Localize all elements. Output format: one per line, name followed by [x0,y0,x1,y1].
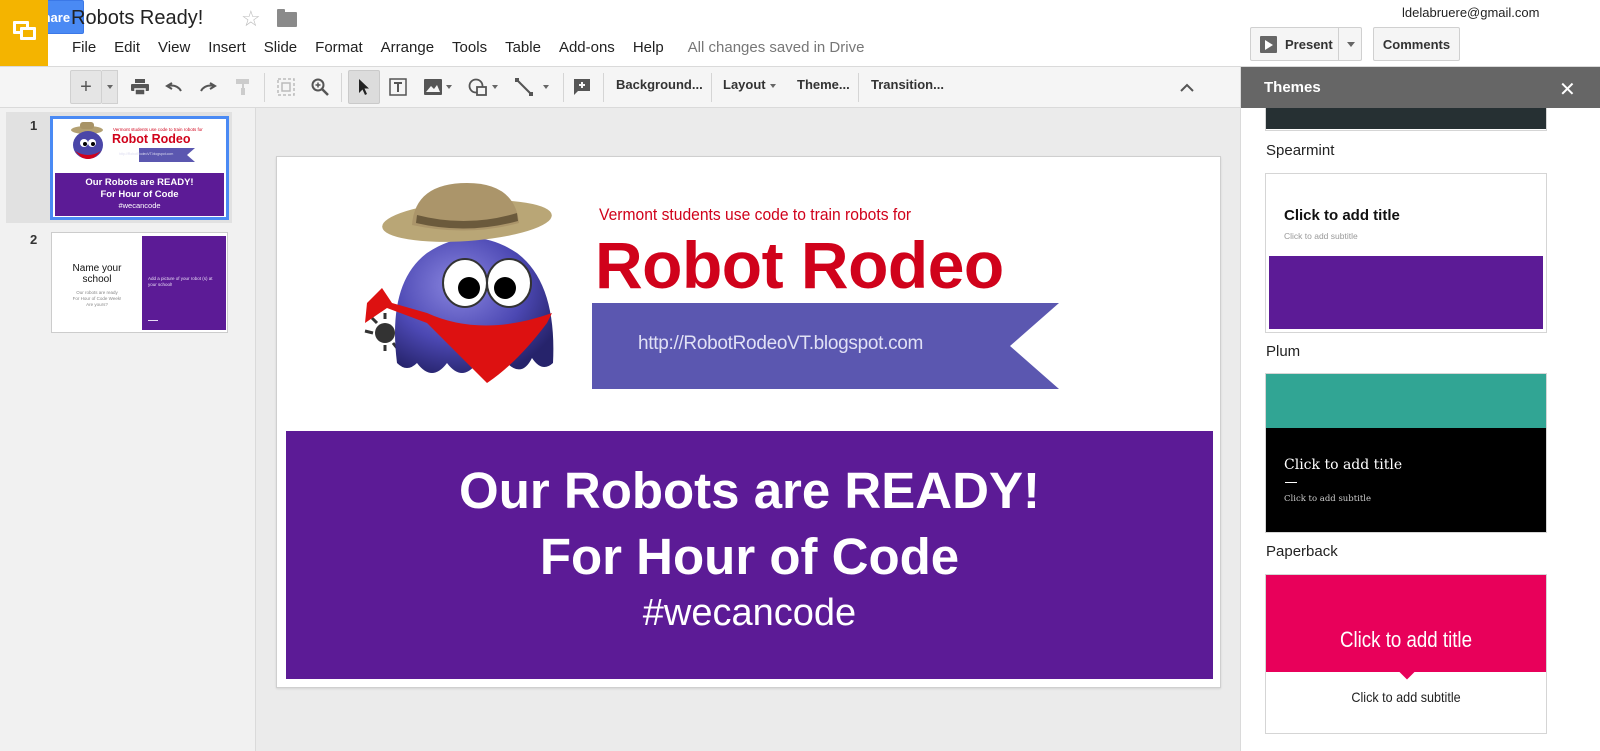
thumb2-body-line2: For Hour of Code Week! [72,296,122,301]
toolbar: + Background... Layout Theme... Transiti… [0,67,1240,108]
menu-add-ons[interactable]: Add-ons [559,39,615,59]
theme-name-spearmint: Spearmint [1266,142,1335,159]
present-button[interactable]: Present [1250,27,1362,61]
select-cursor-icon[interactable] [348,70,380,104]
menu-file[interactable]: File [72,39,96,59]
layout-button[interactable]: Layout [723,77,776,92]
thumb1-title-line1: Our Robots are READY! [85,177,194,188]
menu-slide[interactable]: Slide [264,39,297,59]
undo-icon[interactable] [161,70,187,104]
shape-icon[interactable] [463,70,503,104]
document-title[interactable]: Robots Ready! [71,7,203,30]
select-all-icon[interactable] [273,70,299,104]
redo-icon[interactable] [195,70,221,104]
folder-icon[interactable] [277,9,297,27]
zoom-icon[interactable] [307,70,333,104]
menu-table[interactable]: Table [505,39,541,59]
themes-panel: Themes ✕ Spearmint Click to add title Cl… [1240,67,1600,751]
theme-card-paperback[interactable]: Click to add title Click to add subtitle [1265,373,1547,533]
thumb1-url: http://RobotRodeoVT.blogspot.com [119,152,174,156]
slide-title-box[interactable]: Our Robots are READY! For Hour of Code #… [286,431,1213,679]
new-slide-icon[interactable]: + [70,70,102,104]
slide-url[interactable]: http://RobotRodeoVT.blogspot.com [638,333,923,355]
theme-card-plum[interactable]: Click to add title Click to add subtitle [1265,173,1547,333]
theme-button[interactable]: Theme... [797,77,850,92]
user-email[interactable]: ldelabruere@gmail.com [1402,5,1539,20]
menu-tools[interactable]: Tools [452,39,487,59]
app-header: Robots Ready! ☆ File Edit View Insert Sl… [0,0,1600,67]
background-button[interactable]: Background... [616,77,703,92]
menu-view[interactable]: View [158,39,190,59]
thumb1-hashtag: #wecancode [118,201,161,210]
plum-subtitle-placeholder: Click to add subtitle [1284,231,1358,241]
slide-canvas[interactable]: Vermont students use code to train robot… [276,156,1221,688]
thumb2-side-text: Add a picture of your robot (s) at your … [148,276,213,287]
slide-title-line2: For Hour of Code [539,528,960,585]
thumb1-logo-title: Robot Rodeo [112,132,191,146]
text-box-icon[interactable] [385,70,411,104]
menu-insert[interactable]: Insert [208,39,246,59]
print-icon[interactable] [127,70,153,104]
plum-title-placeholder: Click to add title [1284,207,1400,224]
comments-button[interactable]: Comments [1373,27,1460,61]
close-icon[interactable]: ✕ [1559,77,1576,102]
new-slide-dropdown-icon[interactable] [102,70,118,104]
theme-name-paperback: Paperback [1266,543,1338,560]
collapse-chevron-icon[interactable] [1174,70,1200,104]
star-icon[interactable]: ☆ [241,6,261,32]
paperback-title-placeholder: Click to add title [1284,457,1403,473]
thumb2-body-line1: Our robots are ready [76,290,118,295]
slide-logo-title[interactable]: Robot Rodeo [595,227,1004,303]
slide-thumbnail-1[interactable]: Vermont students use code to train robot… [50,116,229,220]
save-status[interactable]: All changes saved in Drive [688,39,865,59]
menu-help[interactable]: Help [633,39,664,59]
slides-logo-icon[interactable] [0,0,48,66]
thumb2-purple-panel: Add a picture of your robot (s) at your … [142,236,226,330]
transition-button[interactable]: Transition... [871,77,944,92]
slide-canvas-area: Vermont students use code to train robot… [256,108,1240,751]
slide-filmstrip: 1 Vermont students use code to train rob… [0,108,256,751]
line-icon[interactable] [509,70,555,104]
thumb2-title-line2: school [82,274,112,285]
slide-hashtag: #wecancode [642,592,857,634]
present-dropdown-icon[interactable] [1347,42,1355,47]
slide-number: 1 [30,118,38,133]
present-label: Present [1285,36,1333,52]
paint-format-icon[interactable] [230,70,256,104]
themes-header: Themes ✕ [1241,67,1600,108]
slide-tagline[interactable]: Vermont students use code to train robot… [599,205,911,225]
theme-card-pink[interactable]: Click to add title Click to add subtitle [1265,574,1547,734]
slide-thumbnail-2[interactable]: Name your school Our robots are ready Fo… [51,232,228,333]
menu-format[interactable]: Format [315,39,363,59]
robot-cowboy-mascot[interactable] [357,173,567,403]
menu-arrange[interactable]: Arrange [381,39,434,59]
thumb2-body-line3: Are yours? [86,302,108,307]
insert-image-icon[interactable] [418,70,458,104]
thumb2-title-line1: Name your [72,263,122,274]
thumb1-title-line2: For Hour of Code [100,189,179,200]
pink-title-placeholder: Click to add title [1339,627,1472,652]
menu-bar: File Edit View Insert Slide Format Arran… [72,39,882,59]
pink-subtitle-placeholder: Click to add subtitle [1351,689,1461,705]
themes-panel-title: Themes [1264,79,1321,96]
theme-name-plum: Plum [1266,343,1301,360]
layout-label: Layout [723,77,766,92]
paperback-subtitle-placeholder: Click to add subtitle [1284,494,1372,504]
theme-card-spearmint[interactable] [1265,108,1547,131]
slide-title-line1: Our Robots are READY! [459,462,1040,519]
slide-number: 2 [30,232,38,247]
menu-edit[interactable]: Edit [114,39,140,59]
play-icon [1260,35,1277,53]
thumb2-divider [148,320,158,321]
add-comment-icon[interactable] [569,70,595,104]
